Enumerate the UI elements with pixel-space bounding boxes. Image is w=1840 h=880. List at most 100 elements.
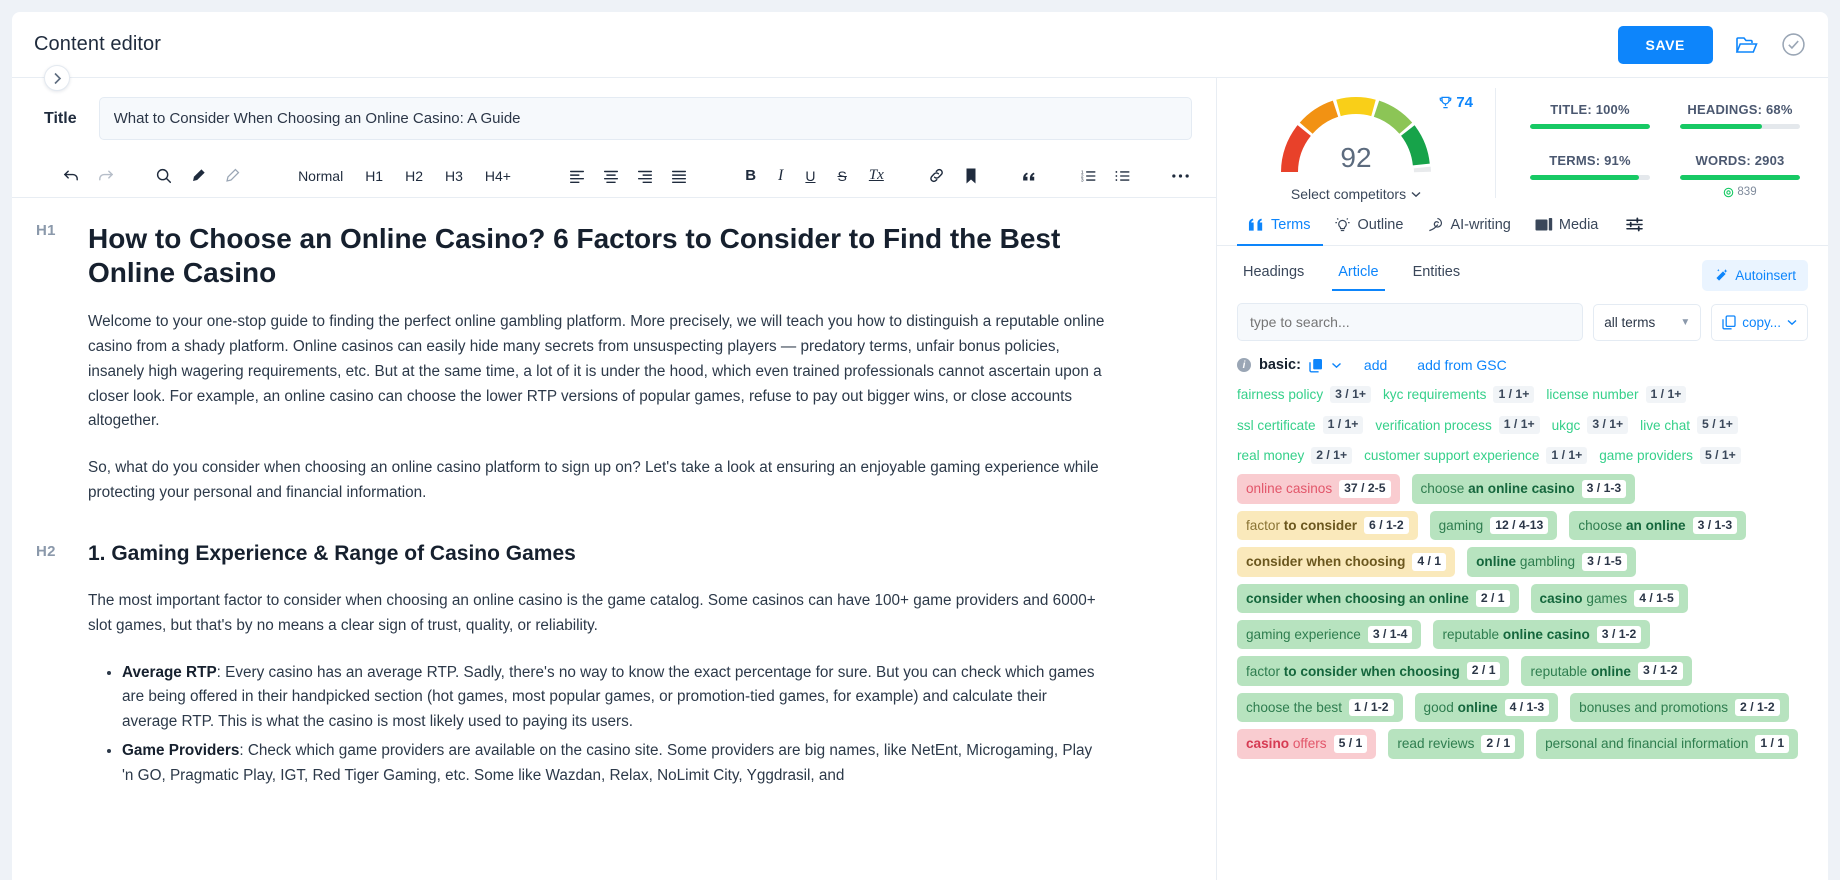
term-chip[interactable]: game providers 5 / 1+ — [1599, 444, 1741, 467]
select-competitors-dropdown[interactable]: Select competitors — [1291, 186, 1421, 202]
underline-button[interactable]: U — [794, 160, 826, 192]
term-chip[interactable]: bonuses and promotions 2 / 1-2 — [1570, 692, 1789, 723]
align-center-icon[interactable] — [594, 160, 628, 192]
style-h4-plus[interactable]: H4+ — [474, 160, 522, 192]
term-chip[interactable]: fairness policy 3 / 1+ — [1237, 383, 1371, 406]
term-chip-label: ssl certificate — [1237, 417, 1316, 433]
term-chip[interactable]: good online 4 / 1-3 — [1414, 692, 1559, 723]
metric-label: TITLE: 100% — [1550, 102, 1630, 117]
style-h3[interactable]: H3 — [434, 160, 474, 192]
top-bar: Content editor SAVE — [12, 12, 1828, 78]
words-target: 839 — [1680, 186, 1800, 198]
quote-icon[interactable] — [1012, 160, 1046, 192]
tab-media[interactable]: Media — [1524, 208, 1612, 246]
folder-open-icon[interactable] — [1735, 35, 1759, 55]
erase-format-icon[interactable] — [215, 160, 249, 192]
style-normal[interactable]: Normal — [287, 160, 354, 192]
clear-format-button[interactable]: Tx — [858, 160, 895, 192]
redo-icon[interactable] — [88, 160, 122, 192]
competitor-score: 74 — [1438, 94, 1473, 111]
term-chip[interactable]: gaming experience 3 / 1-4 — [1237, 619, 1422, 650]
search-input[interactable] — [1237, 303, 1584, 341]
subtab-headings[interactable]: Headings — [1237, 260, 1310, 291]
term-chip[interactable]: casino games 4 / 1-5 — [1530, 583, 1688, 613]
term-chip[interactable]: choose the best 1 / 1-2 — [1237, 692, 1403, 723]
term-chip[interactable]: license number 1 / 1+ — [1546, 383, 1687, 406]
term-chip[interactable]: consider when choosing an online 2 / 1 — [1237, 583, 1519, 613]
add-from-gsc-link[interactable]: add from GSC — [1417, 357, 1506, 373]
term-chip[interactable]: reputable online 3 / 1-2 — [1521, 656, 1692, 686]
term-chip[interactable]: customer support experience 1 / 1+ — [1364, 444, 1588, 467]
list-item: Average RTP: Every casino has an average… — [122, 661, 1106, 735]
metric-terms: TERMS: 91% — [1530, 147, 1650, 198]
term-chip[interactable]: factor to consider when choosing 2 / 1 — [1237, 656, 1510, 686]
term-chip[interactable]: online casinos 37 / 2-5 — [1237, 474, 1400, 504]
marker-icon[interactable] — [181, 160, 215, 192]
pen-icon — [1429, 217, 1443, 232]
italic-button[interactable]: I — [767, 160, 794, 192]
doc-bullet-list: Average RTP: Every casino has an average… — [88, 661, 1106, 789]
term-chip[interactable]: choose an online casino 3 / 1-3 — [1411, 474, 1636, 504]
term-chip-count: 4 / 1-5 — [1634, 589, 1679, 607]
bookmark-icon[interactable] — [954, 160, 988, 192]
save-button[interactable]: SAVE — [1617, 25, 1713, 64]
style-h2[interactable]: H2 — [394, 160, 434, 192]
bullet-list-icon[interactable] — [1105, 160, 1139, 192]
bold-button[interactable]: B — [734, 160, 767, 192]
align-justify-icon[interactable] — [662, 160, 696, 192]
term-chip[interactable]: live chat 5 / 1+ — [1640, 413, 1738, 436]
copy-dropdown-button[interactable]: copy... — [1711, 303, 1808, 341]
term-chip[interactable]: ukgc 3 / 1+ — [1552, 413, 1629, 436]
tab-settings[interactable] — [1611, 207, 1657, 246]
metrics-grid: TITLE: 100% HEADINGS: 68% TERMS: 91% WOR… — [1495, 88, 1828, 198]
info-icon[interactable]: i — [1237, 358, 1251, 372]
title-input[interactable] — [98, 97, 1192, 140]
terms-subtabs: Headings Article Entities Autoinsert — [1217, 246, 1828, 291]
term-chip-label: kyc requirements — [1382, 387, 1487, 403]
copy-icon[interactable] — [1309, 358, 1323, 373]
term-chip[interactable]: factor to consider 6 / 1-2 — [1237, 510, 1418, 541]
sidebar-collapse-toggle[interactable] — [44, 65, 70, 91]
ordered-list-icon[interactable]: 1 2 3 — [1071, 160, 1105, 192]
subtab-entities[interactable]: Entities — [1407, 260, 1467, 291]
align-right-icon[interactable] — [628, 160, 662, 192]
check-circle-icon[interactable] — [1781, 32, 1806, 57]
style-h1[interactable]: H1 — [354, 160, 394, 192]
term-chip[interactable]: read reviews 2 / 1 — [1388, 729, 1525, 759]
link-icon[interactable] — [919, 160, 953, 192]
term-chip[interactable]: real money 2 / 1+ — [1237, 444, 1353, 467]
magic-wand-icon — [1716, 269, 1728, 281]
tab-outline[interactable]: Outline — [1323, 207, 1416, 246]
term-chip-count: 5 / 1 — [1333, 735, 1368, 753]
undo-icon[interactable] — [54, 160, 88, 192]
tab-terms[interactable]: Terms — [1237, 208, 1324, 246]
terms-filter-select[interactable]: all terms ▼ — [1593, 303, 1702, 341]
autoinsert-button[interactable]: Autoinsert — [1702, 260, 1808, 291]
subtab-article[interactable]: Article — [1332, 260, 1385, 291]
term-chip[interactable]: kyc requirements 1 / 1+ — [1382, 383, 1535, 406]
term-chip[interactable]: consider when choosing 4 / 1 — [1237, 547, 1456, 577]
sliders-icon — [1626, 217, 1644, 232]
metric-label: HEADINGS: 68% — [1687, 102, 1793, 117]
search-icon[interactable] — [147, 160, 181, 192]
term-chip[interactable]: gaming 12 / 4-13 — [1429, 510, 1558, 541]
term-chip[interactable]: choose an online 3 / 1-3 — [1569, 510, 1747, 541]
doc-paragraph-3: The most important factor to consider wh… — [88, 591, 1096, 634]
add-term-link[interactable]: add — [1364, 357, 1387, 373]
metric-label: WORDS: 2903 — [1695, 153, 1785, 168]
term-chip[interactable]: personal and financial information 1 / 1 — [1536, 729, 1799, 759]
words-target-value: 839 — [1737, 186, 1757, 198]
term-chip[interactable]: reputable online casino 3 / 1-2 — [1433, 619, 1651, 650]
term-chip[interactable]: verification process 1 / 1+ — [1375, 413, 1540, 436]
term-chip[interactable]: ssl certificate 1 / 1+ — [1237, 413, 1364, 436]
chevron-down-icon[interactable] — [1331, 362, 1342, 369]
tab-ai-writing[interactable]: AI-writing — [1416, 207, 1523, 246]
strikethrough-button[interactable]: S — [827, 160, 858, 192]
term-chip[interactable]: casino offers 5 / 1 — [1237, 729, 1377, 759]
term-chip-label: choose an online casino — [1420, 481, 1575, 497]
term-chip[interactable]: online gambling 3 / 1-5 — [1467, 547, 1636, 577]
more-horizontal-icon[interactable] — [1164, 160, 1198, 192]
progress-track — [1530, 124, 1650, 129]
document-body[interactable]: H1 How to Choose an Online Casino? 6 Fac… — [12, 198, 1216, 880]
align-left-icon[interactable] — [560, 160, 594, 192]
